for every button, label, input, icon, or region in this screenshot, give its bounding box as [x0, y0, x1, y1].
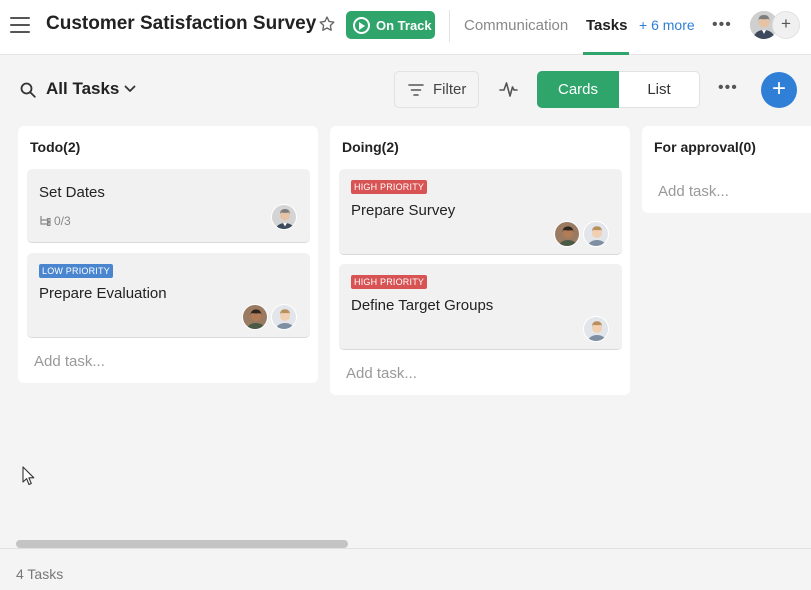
cards-view-button[interactable]: Cards	[537, 71, 619, 108]
column-for-approval: For approval(0) Add task...	[642, 126, 811, 213]
add-task-link[interactable]: Add task...	[34, 353, 105, 370]
task-card-prepare-evaluation[interactable]: LOW PRIORITY Prepare Evaluation	[27, 253, 310, 338]
add-task-link[interactable]: Add task...	[658, 183, 729, 200]
status-badge[interactable]: On Track	[346, 11, 435, 39]
avatar[interactable]	[583, 221, 609, 247]
menu-icon[interactable]	[10, 14, 30, 33]
add-member-button[interactable]: +	[772, 11, 800, 39]
tab-tasks[interactable]: Tasks	[586, 17, 627, 34]
add-task-button[interactable]: +	[761, 72, 797, 108]
search-icon[interactable]	[20, 82, 36, 98]
add-task-link[interactable]: Add task...	[346, 365, 417, 382]
column-title: Todo(2)	[30, 139, 81, 155]
priority-badge: HIGH PRIORITY	[351, 180, 428, 194]
footer-divider	[0, 548, 811, 549]
avatar[interactable]	[271, 304, 297, 330]
filter-icon	[408, 83, 424, 96]
view-selector[interactable]: All Tasks	[46, 79, 119, 99]
subtask-icon	[40, 216, 51, 227]
card-title: Set Dates	[39, 184, 105, 201]
task-card-prepare-survey[interactable]: HIGH PRIORITY Prepare Survey	[339, 169, 622, 255]
activity-icon[interactable]	[499, 80, 518, 99]
mouse-cursor-icon	[22, 466, 35, 486]
more-horizontal-icon[interactable]: •••	[712, 16, 732, 34]
filter-button[interactable]: Filter	[394, 71, 479, 108]
play-circle-icon	[353, 16, 370, 34]
column-title: For approval(0)	[654, 139, 756, 155]
more-horizontal-icon[interactable]: •••	[718, 79, 738, 97]
chevron-down-icon[interactable]	[124, 84, 136, 94]
more-tabs-link[interactable]: + 6 more	[639, 17, 695, 33]
card-title: Prepare Evaluation	[39, 285, 167, 302]
priority-badge: LOW PRIORITY	[39, 264, 113, 278]
avatar[interactable]	[554, 221, 580, 247]
subtask-counter: 0/3	[39, 214, 71, 228]
avatar[interactable]	[242, 304, 268, 330]
avatar[interactable]	[271, 204, 297, 230]
column-doing: Doing(2) HIGH PRIORITY Prepare Survey HI…	[330, 126, 630, 395]
star-icon[interactable]	[318, 15, 336, 33]
scrollbar-thumb[interactable]	[16, 540, 348, 548]
header-divider	[449, 10, 450, 42]
subtask-count: 0/3	[54, 214, 71, 228]
avatar[interactable]	[583, 316, 609, 342]
card-title: Prepare Survey	[351, 202, 456, 219]
task-count: 4 Tasks	[16, 566, 64, 582]
card-title: Define Target Groups	[351, 297, 494, 314]
page-title: Customer Satisfaction Survey	[46, 13, 317, 34]
column-todo: Todo(2) Set Dates 0/3 LOW PRIORITY Prepa…	[18, 126, 318, 383]
tab-communication[interactable]: Communication	[464, 17, 568, 34]
task-card-set-dates[interactable]: Set Dates 0/3	[27, 169, 310, 243]
list-view-button[interactable]: List	[619, 71, 700, 108]
priority-badge: HIGH PRIORITY	[351, 275, 428, 289]
top-bar: Customer Satisfaction Survey On Track Co…	[0, 0, 811, 55]
column-title: Doing(2)	[342, 139, 399, 155]
filter-label: Filter	[433, 81, 467, 98]
status-label: On Track	[376, 17, 432, 33]
task-card-define-target-groups[interactable]: HIGH PRIORITY Define Target Groups	[339, 264, 622, 350]
active-tab-indicator	[583, 52, 629, 55]
